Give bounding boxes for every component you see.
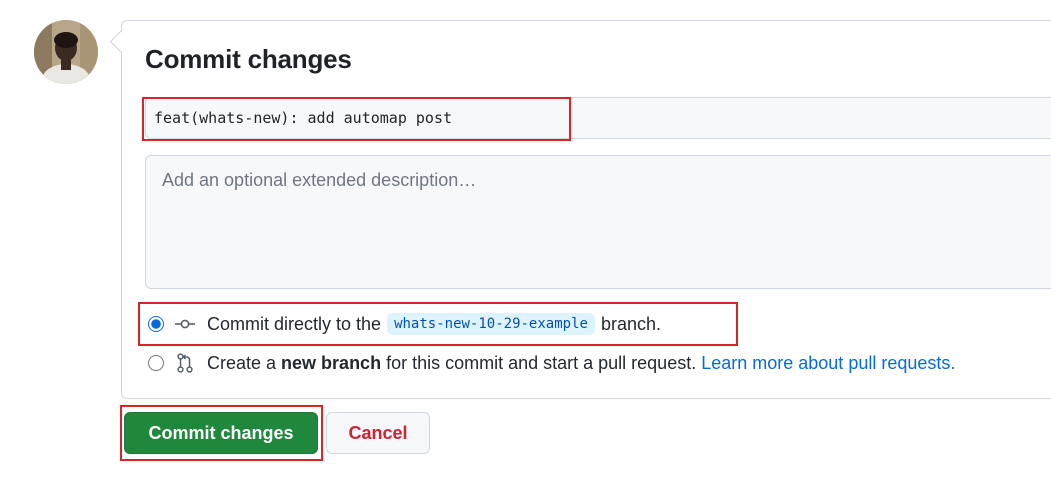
new-branch-text-before: Create a <box>207 352 277 373</box>
commit-title: Commit changes <box>145 44 352 74</box>
git-pull-request-icon <box>174 352 196 374</box>
commit-summary-input[interactable] <box>145 97 1051 139</box>
cancel-button[interactable]: Cancel <box>326 412 430 454</box>
user-avatar[interactable] <box>34 20 98 84</box>
new-branch-option[interactable]: Create a new branch for this commit and … <box>148 349 955 377</box>
commit-description-input[interactable] <box>145 155 1051 289</box>
commit-direct-text: Commit directly to the <box>207 313 382 334</box>
new-branch-radio[interactable] <box>148 355 164 371</box>
commit-direct-radio[interactable] <box>148 316 164 332</box>
commit-direct-suffix: branch. <box>600 313 661 334</box>
git-commit-icon <box>174 313 196 335</box>
new-branch-text-after: for this commit and start a pull request… <box>386 352 697 373</box>
learn-more-pr-link[interactable]: Learn more about pull requests. <box>701 353 955 374</box>
new-branch-strong: new branch <box>281 352 382 373</box>
commit-direct-option[interactable]: Commit directly to the whats-new-10-29-e… <box>148 310 661 338</box>
branch-name-code: whats-new-10-29-example <box>387 313 595 335</box>
commit-changes-button[interactable]: Commit changes <box>124 412 318 454</box>
